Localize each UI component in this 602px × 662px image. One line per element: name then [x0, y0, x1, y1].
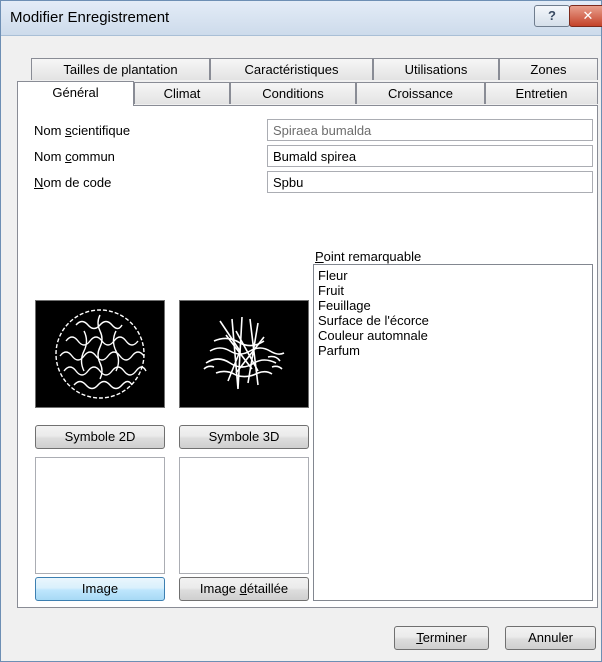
common-name-label: Nom commun: [34, 149, 115, 164]
symbol-3d-button[interactable]: Symbole 3D: [179, 425, 309, 449]
tab-characteristics[interactable]: Caractéristiques: [210, 58, 373, 80]
tab-conditions[interactable]: Conditions: [230, 82, 356, 104]
remarkable-point-label: Point remarquable: [315, 249, 422, 264]
tab-maintenance[interactable]: Entretien: [485, 82, 598, 104]
tab-planting-sizes[interactable]: Tailles de plantation: [31, 58, 210, 80]
list-item[interactable]: Fruit: [318, 283, 588, 298]
scientific-name-field[interactable]: Spiraea bumalda: [267, 119, 593, 141]
detailed-image-preview: [179, 457, 309, 574]
tab-general[interactable]: Général: [17, 81, 134, 106]
tab-climate[interactable]: Climat: [134, 82, 230, 104]
tab-zones[interactable]: Zones: [499, 58, 598, 80]
code-name-label: Nom de code: [34, 175, 112, 190]
detailed-image-button[interactable]: Image détaillée: [179, 577, 309, 601]
list-item[interactable]: Parfum: [318, 343, 588, 358]
tab-uses[interactable]: Utilisations: [373, 58, 499, 80]
plant-2d-symbol-icon: [55, 309, 147, 399]
list-item[interactable]: Couleur automnale: [318, 328, 588, 343]
list-item[interactable]: Surface de l'écorce: [318, 313, 588, 328]
list-item[interactable]: Fleur: [318, 268, 588, 283]
finish-button[interactable]: Terminer: [394, 626, 489, 650]
list-item[interactable]: Feuillage: [318, 298, 588, 313]
modify-record-dialog: Modifier Enregistrement ? ✕ Tailles de p…: [0, 0, 602, 662]
cancel-button[interactable]: Annuler: [505, 626, 596, 650]
plant-3d-symbol-icon: [203, 316, 285, 390]
common-name-field[interactable]: Bumald spirea: [267, 145, 593, 167]
close-button[interactable]: ✕: [569, 5, 602, 27]
image-button[interactable]: Image: [35, 577, 165, 601]
help-icon: ?: [548, 8, 556, 23]
symbol-2d-preview: [35, 300, 165, 408]
title-bar: Modifier Enregistrement ? ✕: [1, 1, 602, 36]
code-name-field[interactable]: Spbu: [267, 171, 593, 193]
window-title: Modifier Enregistrement: [10, 9, 170, 26]
symbol-3d-preview: [179, 300, 309, 408]
close-icon: ✕: [582, 8, 594, 23]
remarkable-point-list[interactable]: Fleur Fruit Feuillage Surface de l'écorc…: [313, 264, 593, 601]
symbol-2d-button[interactable]: Symbole 2D: [35, 425, 165, 449]
help-button[interactable]: ?: [534, 5, 570, 27]
image-preview: [35, 457, 165, 574]
scientific-name-label: Nom scientifique: [34, 123, 131, 138]
tab-growth[interactable]: Croissance: [356, 82, 485, 104]
